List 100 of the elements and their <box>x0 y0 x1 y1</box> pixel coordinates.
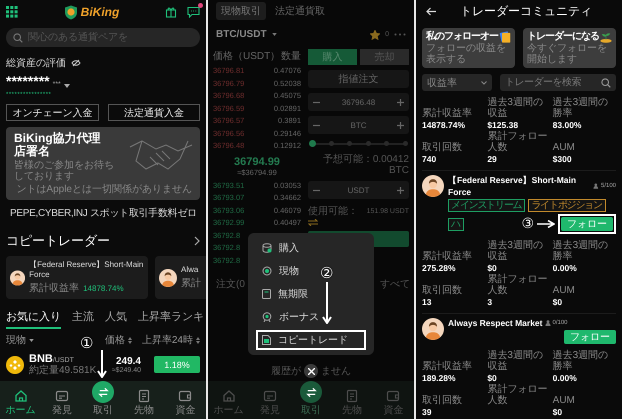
step-number: ② <box>320 266 334 281</box>
plus-icon[interactable] <box>397 98 404 106</box>
stat-label: 取引回数 <box>422 285 463 296</box>
card-title: トレーダーになる <box>527 31 599 43</box>
chat-icon[interactable] <box>186 6 200 18</box>
trader-card[interactable]: Alwa 累計 <box>155 256 206 299</box>
market-tab[interactable]: 上昇率ランキ <box>138 309 204 329</box>
stat-value: 14878.74% <box>422 119 466 131</box>
trader-tag: メインストリーム <box>448 199 526 212</box>
deposit-button[interactable]: オンチェーン入金 <box>6 104 98 121</box>
column-header[interactable]: 現物 <box>6 333 26 347</box>
document-icon <box>262 289 271 299</box>
trader-name: Alwa <box>181 265 200 275</box>
trader-search-input[interactable]: トレーダーを検索 <box>505 77 601 88</box>
stat-label: 累計収益率 <box>422 108 473 119</box>
coins-plant-icon <box>600 32 612 42</box>
announcement-text[interactable]: PEPE,CYBER,INJ スポット取引手数料ゼロ <box>10 206 197 220</box>
screen-title: トレーダーコミュニティ <box>460 2 592 20</box>
eye-off-icon[interactable] <box>71 59 81 67</box>
stat-value: 0.00% <box>552 372 578 384</box>
folders-icon <box>499 31 511 43</box>
caret-icon <box>29 338 34 342</box>
search-icon <box>601 78 611 88</box>
feature-card[interactable]: トレーダーになる 今すぐフォローを開始します <box>523 28 616 68</box>
card-subtitle: フォローの収益を表示する <box>426 43 507 65</box>
nav-tab[interactable]: 先物 <box>124 389 165 416</box>
logo-text: BiKing <box>80 5 120 19</box>
stat-label: 取引回数 <box>422 142 463 153</box>
stat-value: 83.00% <box>552 119 582 131</box>
close-icon <box>308 368 314 374</box>
badge-icon <box>262 312 272 322</box>
nav-tab[interactable]: ホーム <box>0 389 42 416</box>
banner-subtitle: 皆様のご参加をお待ちしております <box>14 160 115 182</box>
menu-item[interactable]: 無期限 <box>256 284 366 304</box>
trader-search-field[interactable]: トレーダーを検索 <box>500 74 616 91</box>
nav-tab[interactable]: 発見 <box>41 389 82 416</box>
avatar-icon <box>159 268 177 286</box>
trader-name[interactable]: 【Federal Reserve】Short-Main Force <box>448 175 592 197</box>
transfer-icon[interactable] <box>308 219 318 226</box>
avatar-icon <box>422 175 444 197</box>
market-tab[interactable]: お気に入り <box>6 309 61 329</box>
grid-menu-icon[interactable] <box>6 6 18 18</box>
stat-value: 3 <box>487 296 494 308</box>
star-icon[interactable] <box>370 30 380 40</box>
trader-card[interactable]: 【Federal Reserve】Short-Main Force 累計収益率 14878.74% <box>6 256 148 299</box>
stat-value: 189.28% <box>422 372 457 384</box>
trade-type-tab[interactable]: 法定通貨取 <box>270 2 330 20</box>
swap-arrows-icon <box>96 386 110 398</box>
gift-icon[interactable] <box>164 6 177 18</box>
menu-item[interactable]: 購入 <box>256 238 366 258</box>
agent-banner[interactable]: BiKing協力代理店署名 皆様のご参加をお待ちしております ントはAppleとは一切関係がありません <box>6 127 200 200</box>
close-button[interactable] <box>304 364 318 378</box>
back-arrow-icon[interactable] <box>426 6 436 16</box>
price-stepper[interactable]: 36796.48 <box>308 93 409 111</box>
pair-title[interactable]: BTC/USDT <box>216 29 267 40</box>
file-icon <box>262 335 271 345</box>
menu-item[interactable]: ボーナス <box>256 307 366 327</box>
trader-name: 【Federal Reserve】Short-Main Force <box>29 260 144 280</box>
volume-text: 約定量49.581K <box>29 365 98 376</box>
column-header[interactable]: 価格 <box>105 333 125 347</box>
metric-label: 累計収益率 <box>29 282 80 295</box>
avatar-icon <box>422 318 444 340</box>
order-type-dropdown[interactable]: 指値注文 <box>308 70 409 88</box>
nav-tab[interactable]: 資金 <box>164 389 206 416</box>
step-number: ③ <box>521 217 534 231</box>
amount-stepper[interactable]: BTC <box>308 116 409 134</box>
nav-trade-tab[interactable]: 取引 <box>82 381 124 416</box>
slider-handle[interactable] <box>309 140 316 147</box>
trade-type-tab[interactable]: 現物取引 <box>216 2 266 20</box>
card-subtitle: 今すぐフォローを開始します <box>527 43 608 65</box>
stat-value: $0 <box>487 372 498 384</box>
stat-value: 39 <box>422 406 432 418</box>
column-header: 数量 <box>281 50 301 63</box>
stat-label: 過去3週間の収益 <box>487 240 544 262</box>
deposit-button[interactable]: 法定通貨入金 <box>108 104 200 121</box>
trade-round-button[interactable] <box>92 381 114 403</box>
column-header[interactable]: 上昇率24時 <box>142 333 193 347</box>
menu-item[interactable]: コピートレード <box>256 330 366 350</box>
chevron-right-icon[interactable] <box>194 236 200 246</box>
plus-icon[interactable] <box>397 186 404 194</box>
column-header: 価格（USDT） <box>213 50 280 63</box>
chevron-down-icon <box>481 80 487 84</box>
sort-dropdown[interactable]: 収益率 <box>422 74 492 91</box>
market-tab[interactable]: 主流 <box>72 309 94 329</box>
feature-card[interactable]: 私のフォローオー フォローの収益を表示する <box>422 28 515 68</box>
market-tab[interactable]: 人気 <box>105 309 127 329</box>
stat-label: 累計フォロー人数 <box>487 384 548 406</box>
caret-icon[interactable] <box>64 84 70 88</box>
home-icon <box>14 389 28 403</box>
total-stepper[interactable]: USDT <box>308 181 409 199</box>
plus-icon[interactable] <box>397 122 404 128</box>
last-price: 36794.99 <box>233 156 281 168</box>
trade-round-button[interactable] <box>300 381 322 403</box>
nav-trade-tab[interactable]: 取引 <box>290 381 332 416</box>
trader-name[interactable]: Always Respect Market <box>448 318 542 328</box>
caret-icon[interactable] <box>272 33 277 36</box>
right-arrow <box>537 220 555 228</box>
stat-label: AUM <box>552 395 576 406</box>
stat-value: 275.28% <box>422 262 457 274</box>
more-icon[interactable] <box>394 33 406 36</box>
